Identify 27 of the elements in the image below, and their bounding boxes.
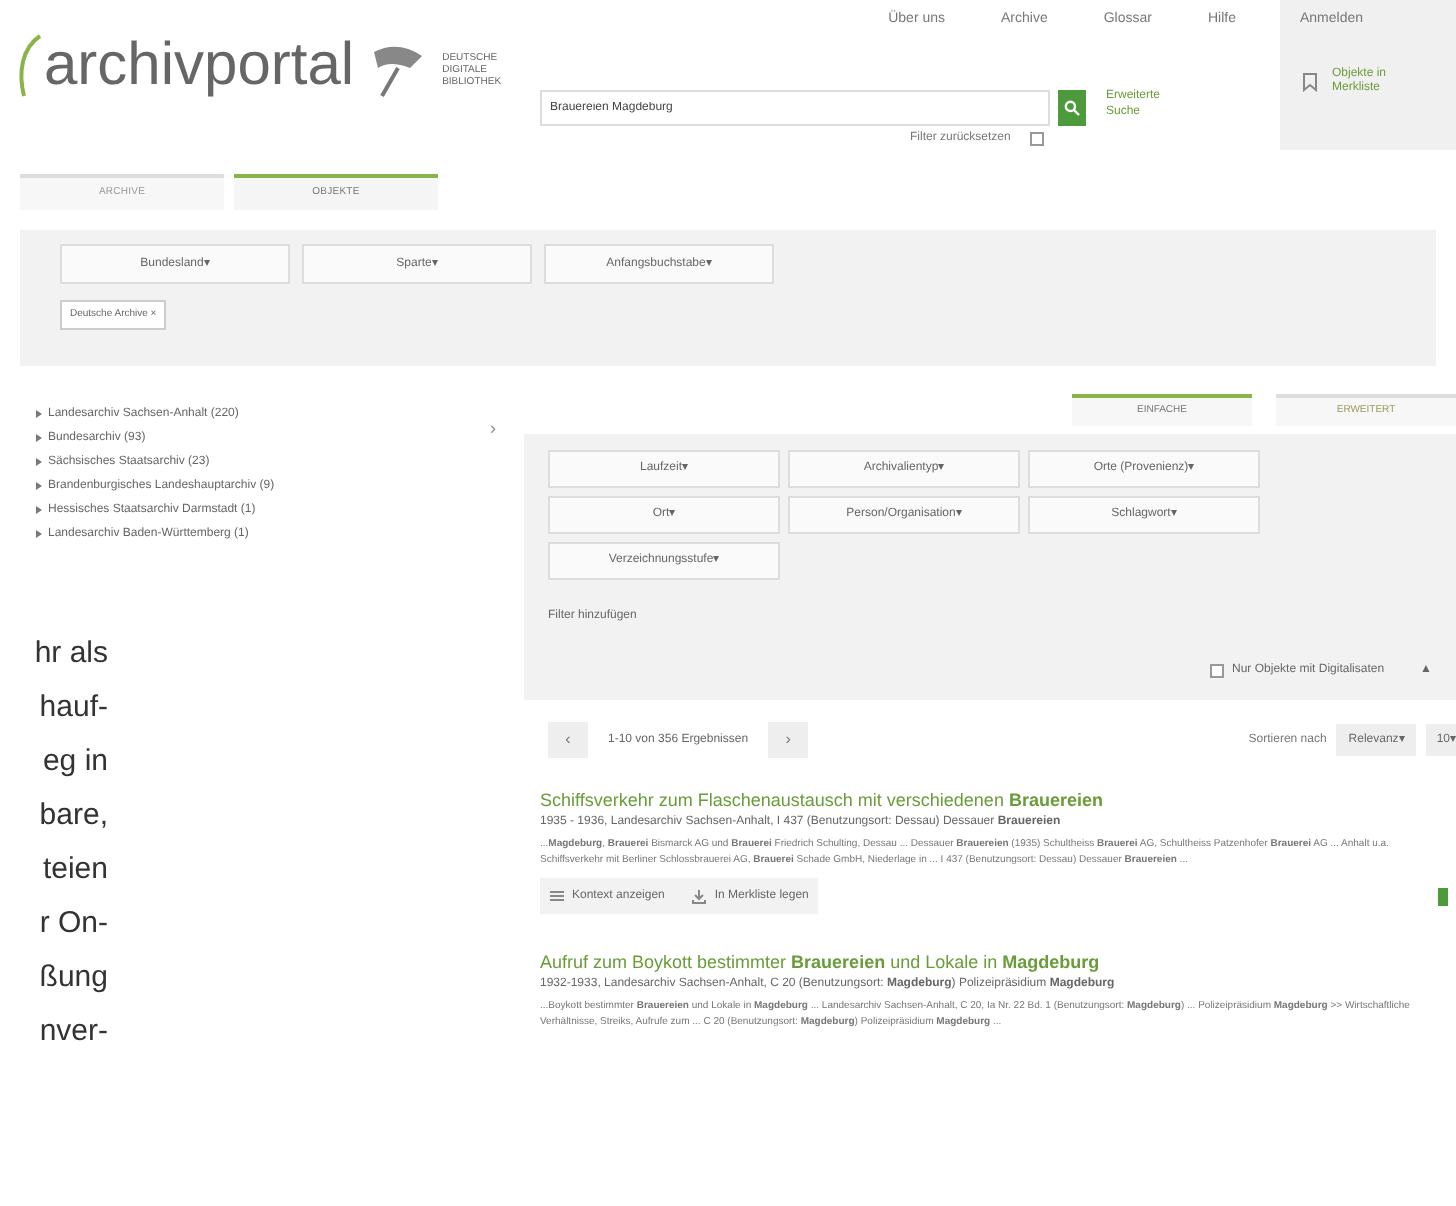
caret-icon [36,458,42,466]
result-title-link[interactable]: Aufruf zum Boykott bestimmter Brauereien und Lokale in Magdeburg [540,950,1448,974]
archivportal-logo[interactable]: archivportal [16,32,355,100]
caret-icon [36,506,42,514]
next-page-button[interactable]: › [768,722,809,758]
text-fragment: hauf- [39,688,108,728]
caret-icon [36,482,42,490]
text-fragment: r On- [39,904,108,944]
caret-icon [36,530,42,538]
list-icon [550,890,564,902]
caret-icon [36,434,42,442]
previous-page-button[interactable]: ‹ [548,722,588,758]
checkbox[interactable] [1210,664,1225,678]
result-title-link[interactable]: Schiffsverkehr zum Flaschenaustausch mit verschiedenen Brauereien [540,788,1448,812]
digital-marker [1438,887,1448,905]
text-fragment: bare, [39,796,108,836]
search-button[interactable] [1058,90,1086,126]
search-icon [1064,100,1080,116]
bookmark-icon[interactable] [1300,72,1320,92]
text-fragment: eg in [42,742,108,782]
text-fragment: ßung [39,958,108,998]
checkbox[interactable] [1030,132,1045,146]
text-fragment: hr als [34,634,108,674]
tray-icon [692,889,707,903]
caret-icon [36,410,42,418]
text-fragment: teien [42,850,108,890]
text-fragment: nver- [39,1012,108,1052]
